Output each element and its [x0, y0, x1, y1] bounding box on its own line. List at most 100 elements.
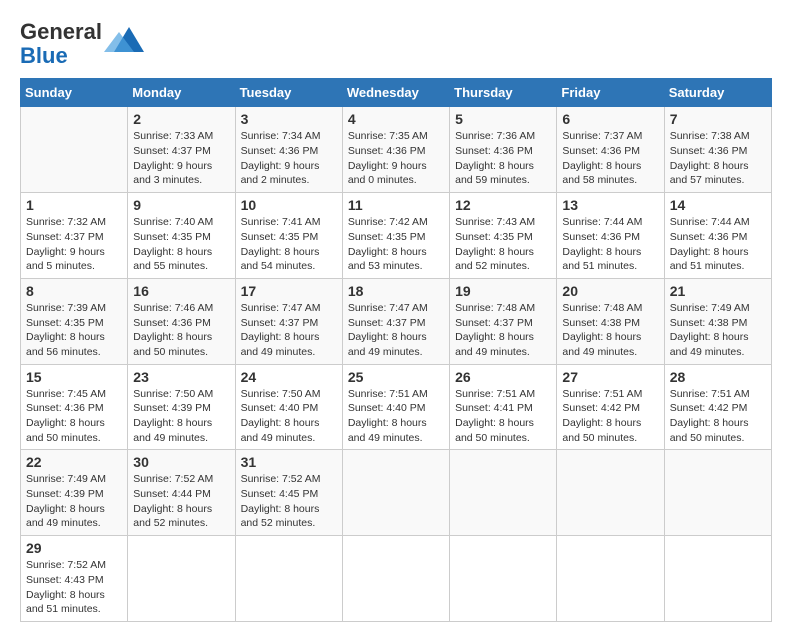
calendar-cell: 10 Sunrise: 7:41 AM Sunset: 4:35 PM Dayl…: [235, 193, 342, 279]
calendar-cell: 17 Sunrise: 7:47 AM Sunset: 4:37 PM Dayl…: [235, 278, 342, 364]
day-info: Sunrise: 7:47 AM Sunset: 4:37 PM Dayligh…: [241, 301, 337, 360]
logo-general: General: [20, 19, 102, 44]
calendar-week-row: 2 Sunrise: 7:33 AM Sunset: 4:37 PM Dayli…: [21, 107, 772, 193]
calendar-cell: 22 Sunrise: 7:49 AM Sunset: 4:39 PM Dayl…: [21, 450, 128, 536]
day-info: Sunrise: 7:44 AM Sunset: 4:36 PM Dayligh…: [670, 215, 766, 274]
day-info: Sunrise: 7:50 AM Sunset: 4:39 PM Dayligh…: [133, 387, 229, 446]
calendar-cell: 1 Sunrise: 7:32 AM Sunset: 4:37 PM Dayli…: [21, 193, 128, 279]
day-info: Sunrise: 7:40 AM Sunset: 4:35 PM Dayligh…: [133, 215, 229, 274]
calendar-cell: 8 Sunrise: 7:39 AM Sunset: 4:35 PM Dayli…: [21, 278, 128, 364]
day-number: 19: [455, 283, 551, 299]
column-header-friday: Friday: [557, 79, 664, 107]
day-info: Sunrise: 7:38 AM Sunset: 4:36 PM Dayligh…: [670, 129, 766, 188]
day-info: Sunrise: 7:44 AM Sunset: 4:36 PM Dayligh…: [562, 215, 658, 274]
logo: General Blue: [20, 20, 144, 68]
day-info: Sunrise: 7:50 AM Sunset: 4:40 PM Dayligh…: [241, 387, 337, 446]
day-info: Sunrise: 7:48 AM Sunset: 4:37 PM Dayligh…: [455, 301, 551, 360]
day-info: Sunrise: 7:51 AM Sunset: 4:40 PM Dayligh…: [348, 387, 444, 446]
calendar-cell: 2 Sunrise: 7:33 AM Sunset: 4:37 PM Dayli…: [128, 107, 235, 193]
day-number: 28: [670, 369, 766, 385]
day-number: 4: [348, 111, 444, 127]
calendar-cell: 4 Sunrise: 7:35 AM Sunset: 4:36 PM Dayli…: [342, 107, 449, 193]
day-info: Sunrise: 7:52 AM Sunset: 4:44 PM Dayligh…: [133, 472, 229, 531]
page-header: General Blue: [20, 20, 772, 68]
calendar-cell: [450, 450, 557, 536]
calendar-cell: [342, 450, 449, 536]
calendar-cell: 3 Sunrise: 7:34 AM Sunset: 4:36 PM Dayli…: [235, 107, 342, 193]
day-number: 30: [133, 454, 229, 470]
day-info: Sunrise: 7:33 AM Sunset: 4:37 PM Dayligh…: [133, 129, 229, 188]
day-info: Sunrise: 7:52 AM Sunset: 4:45 PM Dayligh…: [241, 472, 337, 531]
day-number: 18: [348, 283, 444, 299]
day-number: 6: [562, 111, 658, 127]
calendar-cell: [21, 107, 128, 193]
day-number: 29: [26, 540, 122, 556]
column-header-thursday: Thursday: [450, 79, 557, 107]
calendar-cell: 15 Sunrise: 7:45 AM Sunset: 4:36 PM Dayl…: [21, 364, 128, 450]
calendar-cell: 12 Sunrise: 7:43 AM Sunset: 4:35 PM Dayl…: [450, 193, 557, 279]
calendar-cell: 21 Sunrise: 7:49 AM Sunset: 4:38 PM Dayl…: [664, 278, 771, 364]
day-number: 27: [562, 369, 658, 385]
calendar-week-row: 1 Sunrise: 7:32 AM Sunset: 4:37 PM Dayli…: [21, 193, 772, 279]
calendar-cell: [664, 450, 771, 536]
calendar-cell: [557, 536, 664, 622]
day-number: 12: [455, 197, 551, 213]
day-number: 3: [241, 111, 337, 127]
day-info: Sunrise: 7:49 AM Sunset: 4:39 PM Dayligh…: [26, 472, 122, 531]
calendar-week-row: 22 Sunrise: 7:49 AM Sunset: 4:39 PM Dayl…: [21, 450, 772, 536]
calendar-cell: 24 Sunrise: 7:50 AM Sunset: 4:40 PM Dayl…: [235, 364, 342, 450]
day-info: Sunrise: 7:49 AM Sunset: 4:38 PM Dayligh…: [670, 301, 766, 360]
logo-blue: Blue: [20, 43, 68, 68]
calendar-week-row: 15 Sunrise: 7:45 AM Sunset: 4:36 PM Dayl…: [21, 364, 772, 450]
day-number: 7: [670, 111, 766, 127]
day-number: 31: [241, 454, 337, 470]
calendar-cell: 29 Sunrise: 7:52 AM Sunset: 4:43 PM Dayl…: [21, 536, 128, 622]
calendar-week-row: 8 Sunrise: 7:39 AM Sunset: 4:35 PM Dayli…: [21, 278, 772, 364]
calendar-cell: 28 Sunrise: 7:51 AM Sunset: 4:42 PM Dayl…: [664, 364, 771, 450]
day-number: 5: [455, 111, 551, 127]
calendar-cell: [557, 450, 664, 536]
day-number: 10: [241, 197, 337, 213]
calendar-cell: 30 Sunrise: 7:52 AM Sunset: 4:44 PM Dayl…: [128, 450, 235, 536]
day-number: 8: [26, 283, 122, 299]
calendar-cell: 14 Sunrise: 7:44 AM Sunset: 4:36 PM Dayl…: [664, 193, 771, 279]
logo-text: General Blue: [20, 20, 102, 68]
column-header-sunday: Sunday: [21, 79, 128, 107]
calendar-cell: 5 Sunrise: 7:36 AM Sunset: 4:36 PM Dayli…: [450, 107, 557, 193]
day-info: Sunrise: 7:34 AM Sunset: 4:36 PM Dayligh…: [241, 129, 337, 188]
day-info: Sunrise: 7:42 AM Sunset: 4:35 PM Dayligh…: [348, 215, 444, 274]
calendar-table: SundayMondayTuesdayWednesdayThursdayFrid…: [20, 78, 772, 622]
calendar-cell: [128, 536, 235, 622]
day-info: Sunrise: 7:35 AM Sunset: 4:36 PM Dayligh…: [348, 129, 444, 188]
calendar-cell: 18 Sunrise: 7:47 AM Sunset: 4:37 PM Dayl…: [342, 278, 449, 364]
day-number: 13: [562, 197, 658, 213]
day-info: Sunrise: 7:37 AM Sunset: 4:36 PM Dayligh…: [562, 129, 658, 188]
day-number: 15: [26, 369, 122, 385]
day-info: Sunrise: 7:36 AM Sunset: 4:36 PM Dayligh…: [455, 129, 551, 188]
day-info: Sunrise: 7:47 AM Sunset: 4:37 PM Dayligh…: [348, 301, 444, 360]
calendar-cell: 27 Sunrise: 7:51 AM Sunset: 4:42 PM Dayl…: [557, 364, 664, 450]
calendar-week-row: 29 Sunrise: 7:52 AM Sunset: 4:43 PM Dayl…: [21, 536, 772, 622]
calendar-cell: 11 Sunrise: 7:42 AM Sunset: 4:35 PM Dayl…: [342, 193, 449, 279]
calendar-cell: 31 Sunrise: 7:52 AM Sunset: 4:45 PM Dayl…: [235, 450, 342, 536]
calendar-cell: [450, 536, 557, 622]
day-info: Sunrise: 7:43 AM Sunset: 4:35 PM Dayligh…: [455, 215, 551, 274]
calendar-cell: 25 Sunrise: 7:51 AM Sunset: 4:40 PM Dayl…: [342, 364, 449, 450]
day-info: Sunrise: 7:51 AM Sunset: 4:42 PM Dayligh…: [562, 387, 658, 446]
day-info: Sunrise: 7:51 AM Sunset: 4:41 PM Dayligh…: [455, 387, 551, 446]
day-info: Sunrise: 7:52 AM Sunset: 4:43 PM Dayligh…: [26, 558, 122, 617]
day-info: Sunrise: 7:32 AM Sunset: 4:37 PM Dayligh…: [26, 215, 122, 274]
day-info: Sunrise: 7:51 AM Sunset: 4:42 PM Dayligh…: [670, 387, 766, 446]
day-info: Sunrise: 7:48 AM Sunset: 4:38 PM Dayligh…: [562, 301, 658, 360]
day-info: Sunrise: 7:45 AM Sunset: 4:36 PM Dayligh…: [26, 387, 122, 446]
day-number: 23: [133, 369, 229, 385]
calendar-header-row: SundayMondayTuesdayWednesdayThursdayFrid…: [21, 79, 772, 107]
day-number: 21: [670, 283, 766, 299]
calendar-cell: 6 Sunrise: 7:37 AM Sunset: 4:36 PM Dayli…: [557, 107, 664, 193]
day-number: 16: [133, 283, 229, 299]
day-info: Sunrise: 7:46 AM Sunset: 4:36 PM Dayligh…: [133, 301, 229, 360]
calendar-cell: [342, 536, 449, 622]
day-number: 24: [241, 369, 337, 385]
day-number: 14: [670, 197, 766, 213]
calendar-cell: 13 Sunrise: 7:44 AM Sunset: 4:36 PM Dayl…: [557, 193, 664, 279]
